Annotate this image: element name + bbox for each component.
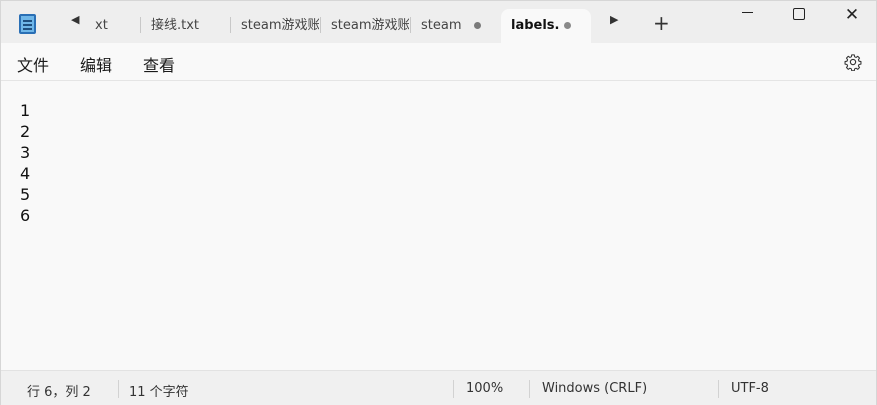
tab-label: steam游戏账 bbox=[331, 18, 409, 33]
close-icon: ✕ bbox=[844, 5, 860, 25]
maximize-icon bbox=[793, 7, 805, 20]
menu-file[interactable]: 文件 bbox=[17, 52, 49, 76]
zoom-level[interactable]: 100% bbox=[466, 381, 503, 396]
tab-steam-1[interactable]: steam游戏账 bbox=[231, 9, 319, 43]
tab-labels-active[interactable]: labels. bbox=[501, 9, 591, 43]
tab-label: 接线.txt bbox=[151, 18, 200, 33]
tab-label: xt bbox=[95, 18, 108, 33]
editor-line: 1 bbox=[20, 101, 31, 120]
maximize-button[interactable] bbox=[776, 1, 822, 33]
close-button[interactable]: ✕ bbox=[829, 1, 875, 33]
editor-line: 4 bbox=[20, 164, 31, 183]
notepad-icon bbox=[19, 14, 36, 34]
editor-line: 5 bbox=[20, 185, 31, 204]
menu-edit[interactable]: 编辑 bbox=[80, 52, 112, 76]
status-divider bbox=[718, 380, 719, 398]
status-divider bbox=[118, 380, 119, 398]
menu-view[interactable]: 查看 bbox=[143, 52, 175, 76]
status-divider bbox=[453, 380, 454, 398]
scroll-tabs-left-icon[interactable]: ◀ bbox=[71, 13, 79, 26]
encoding[interactable]: UTF-8 bbox=[731, 381, 769, 396]
character-count: 11 个字符 bbox=[129, 385, 189, 400]
tab-jiexian[interactable]: 接线.txt bbox=[141, 9, 229, 43]
tab-steam-2[interactable]: steam游戏账 bbox=[321, 9, 409, 43]
tab-label: labels. bbox=[511, 18, 560, 33]
text-editor[interactable]: 1 2 3 4 5 6 bbox=[1, 82, 876, 370]
status-bar: 行 6，列 2 11 个字符 100% Windows (CRLF) UTF-8 bbox=[1, 370, 876, 405]
tab-label: steam bbox=[421, 18, 462, 33]
editor-line: 2 bbox=[20, 122, 31, 141]
tab-label: steam游戏账 bbox=[241, 18, 319, 33]
unsaved-dot-icon bbox=[474, 22, 481, 29]
unsaved-dot-icon bbox=[564, 22, 571, 29]
line-ending[interactable]: Windows (CRLF) bbox=[542, 381, 647, 396]
tab-xt[interactable]: xt bbox=[85, 9, 135, 43]
tab-steam-3[interactable]: steam bbox=[411, 9, 463, 43]
menu-bar: 文件 编辑 查看 bbox=[1, 43, 876, 81]
editor-line: 3 bbox=[20, 143, 31, 162]
new-tab-button[interactable]: + bbox=[653, 13, 670, 33]
scroll-tabs-right-icon[interactable]: ▶ bbox=[610, 13, 618, 26]
gear-icon[interactable] bbox=[844, 53, 862, 71]
title-bar: ◀ xt 接线.txt steam游戏账 steam游戏账 steam labe… bbox=[1, 1, 876, 43]
cursor-position: 行 6，列 2 bbox=[27, 385, 91, 400]
editor-line: 6 bbox=[20, 206, 31, 225]
status-divider bbox=[529, 380, 530, 398]
minimize-button[interactable] bbox=[724, 1, 770, 33]
minimize-icon bbox=[741, 12, 753, 13]
notepad-window: ◀ xt 接线.txt steam游戏账 steam游戏账 steam labe… bbox=[0, 0, 877, 405]
